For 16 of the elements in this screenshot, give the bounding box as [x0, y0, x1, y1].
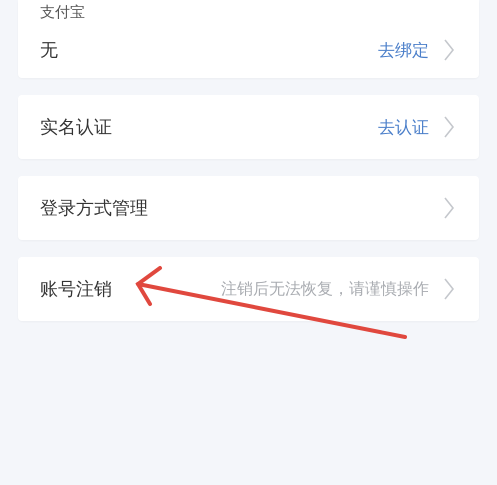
settings-row[interactable]: 账号注销 注销后无法恢复，请谨慎操作 — [18, 259, 479, 319]
chevron-icon — [443, 115, 455, 139]
chevron-icon — [443, 277, 455, 301]
row-label: 账号注销 — [40, 278, 113, 301]
group-label: 支付宝 — [39, 2, 86, 23]
row-label: 登录方式管理 — [40, 197, 149, 220]
row-action-link[interactable]: 去认证 — [378, 116, 429, 138]
chevron-icon — [443, 38, 455, 62]
chevron-icon — [443, 196, 455, 220]
settings-row[interactable]: 实名认证 去认证 — [18, 97, 479, 157]
row-action-link[interactable]: 去绑定 — [378, 38, 429, 62]
row-label: 无 — [40, 39, 59, 62]
settings-row[interactable]: 无 去绑定 — [18, 24, 479, 76]
row-hint: 注销后无法恢复，请谨慎操作 — [221, 278, 429, 300]
row-label: 实名认证 — [40, 116, 113, 139]
settings-row[interactable]: 登录方式管理 — [18, 178, 479, 238]
